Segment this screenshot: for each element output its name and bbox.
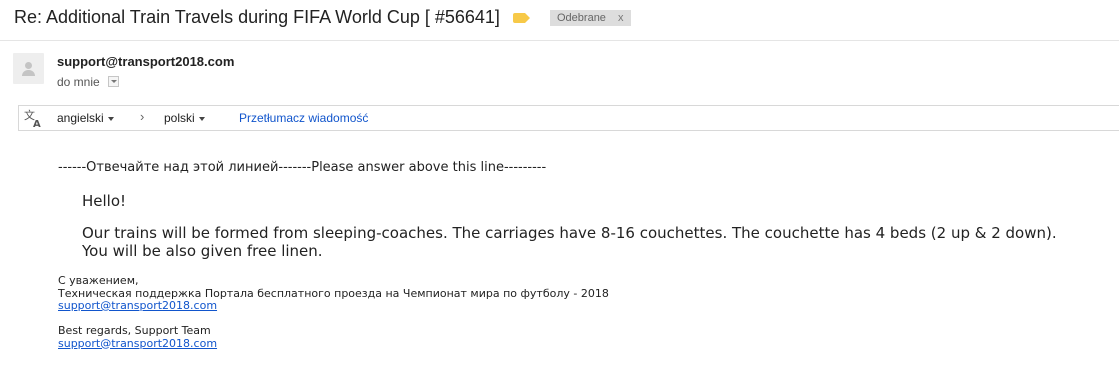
message-body-line: Our trains will be formed from sleeping-… [82,224,1057,242]
svg-text:A: A [33,119,41,128]
signature-english: Best regards, Support Team support@trans… [58,324,217,351]
translate-message-link[interactable]: Przetłumacz wiadomość [239,111,368,125]
language-arrow-icon: › [140,109,145,124]
signature-email-link[interactable]: support@transport2018.com [58,299,609,313]
inbox-label-chip[interactable]: Odebrane x [550,10,631,26]
chevron-down-icon [198,116,205,121]
message-greeting: Hello! [82,192,127,210]
avatar-shoulders [22,70,35,76]
signature-email-link[interactable]: support@transport2018.com [58,337,217,351]
message-body-line: You will be also given free linen. [82,242,323,260]
translate-icon: 文 A [24,108,41,128]
sender-email[interactable]: support@transport2018.com [57,54,234,69]
source-language-select[interactable]: angielski [57,111,114,125]
header-divider [0,40,1119,41]
translate-bar: 文 A angielski › polski Przetłumacz wiado… [18,105,1119,131]
reply-divider-line: ------Отвечайте над этой линией-------Pl… [58,160,547,175]
label-tag-icon[interactable] [513,13,530,23]
recipient-details-dropdown[interactable] [108,76,119,87]
avatar-head [25,62,32,69]
recipient-label: do mnie [57,75,100,89]
message-subject: Re: Additional Train Travels during FIFA… [14,7,500,27]
message-header: Re: Additional Train Travels during FIFA… [0,0,1119,40]
signature-russian: С уважением, Техническая поддержка Порта… [58,274,609,313]
source-language-label: angielski [57,111,104,125]
inbox-label-text[interactable]: Odebrane [557,10,606,26]
signature-line: С уважением, [58,274,139,287]
chevron-down-icon [107,116,114,121]
target-language-label: polski [164,111,195,125]
default-avatar-icon[interactable] [13,53,44,84]
signature-line: Best regards, Support Team [58,324,211,337]
remove-label-button[interactable]: x [618,10,624,26]
message-body: Our trains will be formed from sleeping-… [82,224,1102,260]
target-language-select[interactable]: polski [164,111,205,125]
